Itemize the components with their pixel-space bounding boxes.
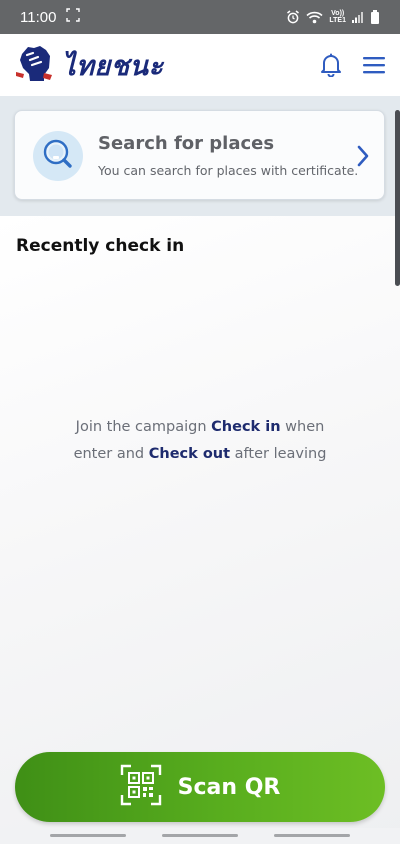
- chevron-right-icon: [356, 144, 370, 172]
- empty-line1-after: when: [280, 419, 325, 435]
- recent-checkins-section: Recently check in Join the campaign Chec…: [0, 216, 400, 844]
- nav-handle-left[interactable]: [50, 834, 126, 837]
- network-top-label: Vo)): [331, 10, 345, 17]
- status-bar: 11:00 Vo)) LTE1: [0, 0, 400, 34]
- battery-icon: [370, 10, 380, 24]
- app-header: ไทยชนะ: [0, 34, 400, 96]
- status-right: Vo)) LTE1: [286, 10, 380, 24]
- scan-qr-label: Scan QR: [177, 774, 281, 800]
- empty-line2-after: after leaving: [230, 446, 327, 462]
- recent-checkins-title: Recently check in: [16, 236, 185, 256]
- search-places-card[interactable]: Search for places You can search for pla…: [14, 110, 385, 200]
- empty-line2-before: enter and: [73, 446, 149, 462]
- empty-line1-before: Join the campaign: [75, 419, 212, 435]
- network-type: Vo)) LTE1: [329, 10, 346, 24]
- scrollbar[interactable]: [395, 110, 400, 286]
- check-out-keyword: Check out: [148, 446, 231, 462]
- raised-fist-logo-icon: [14, 42, 56, 88]
- search-icon-badge: [33, 131, 83, 181]
- qr-code-scan-icon: [120, 764, 162, 810]
- empty-state-message: Join the campaign Check in when enter an…: [0, 414, 400, 468]
- search-card-subtitle: You can search for places with certifica…: [98, 163, 359, 178]
- brand[interactable]: ไทยชนะ: [14, 42, 163, 88]
- gesture-nav-bar: [0, 828, 400, 844]
- nav-handle-right[interactable]: [274, 834, 350, 837]
- status-left: 11:00: [20, 7, 81, 27]
- screen-capture-icon: [66, 7, 81, 27]
- header-actions: [320, 53, 386, 77]
- check-in-keyword: Check in: [211, 419, 281, 435]
- magnifier-search-icon: [41, 137, 75, 175]
- alarm-icon: [286, 10, 300, 24]
- signal-icon: [352, 11, 364, 23]
- search-card-title: Search for places: [98, 133, 275, 154]
- nav-handle-center[interactable]: [162, 834, 238, 837]
- network-bottom-label: LTE1: [329, 17, 346, 24]
- hamburger-menu-icon[interactable]: [362, 55, 386, 75]
- bell-icon[interactable]: [320, 53, 342, 77]
- brand-name: ไทยชนะ: [62, 50, 164, 82]
- search-section: Search for places You can search for pla…: [0, 96, 400, 216]
- status-time: 11:00: [20, 8, 57, 26]
- wifi-icon: [306, 11, 323, 24]
- scan-qr-button[interactable]: Scan QR: [15, 752, 385, 822]
